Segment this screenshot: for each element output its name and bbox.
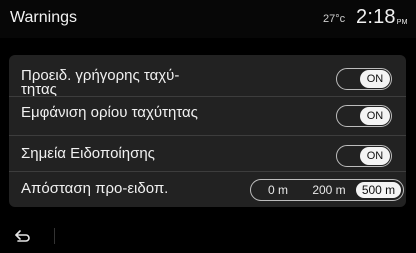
setting-label: Εμφάνιση ορίου ταχύτητας	[21, 104, 198, 121]
toggle-state: ON	[360, 107, 390, 125]
distance-option-0m[interactable]: 0 m	[263, 182, 293, 198]
top-bar: Warnings 27°c 2:18PM	[0, 0, 416, 38]
toggle-state: ON	[360, 147, 390, 165]
warning-distance-selector[interactable]: 0 m 200 m 500 m	[250, 179, 404, 201]
setting-label: Προειδ. γρήγορης ταχύ- τητας	[21, 67, 180, 98]
speed-warning-toggle[interactable]: ON	[336, 68, 392, 90]
distance-option-500m[interactable]: 500 m	[356, 182, 401, 198]
clock-ampm: PM	[396, 19, 408, 26]
setting-label: Απόσταση προ-ειδοπ.	[21, 180, 169, 197]
temperature-readout: 27°c	[323, 13, 346, 25]
setting-row-speed-limit-display[interactable]: Εμφάνιση ορίου ταχύτητας ON	[9, 97, 406, 133]
clock: 2:18PM	[356, 6, 408, 29]
toggle-state: ON	[360, 70, 390, 88]
footer-divider	[54, 228, 55, 244]
clock-time: 2:18	[356, 6, 396, 28]
setting-row-speed-warning[interactable]: Προειδ. γρήγορης ταχύ- τητας ON	[9, 61, 406, 97]
setting-row-alert-points[interactable]: Σημεία Ειδοποίησης ON	[9, 136, 406, 172]
page-title: Warnings	[10, 9, 77, 26]
speed-limit-display-toggle[interactable]: ON	[336, 105, 392, 127]
alert-points-toggle[interactable]: ON	[336, 145, 392, 167]
back-arrow-icon[interactable]	[14, 229, 32, 243]
distance-option-200m[interactable]: 200 m	[307, 182, 351, 198]
setting-label: Σημεία Ειδοποίησης	[21, 145, 155, 162]
setting-row-warning-distance[interactable]: Απόσταση προ-ειδοπ. 0 m 200 m 500 m	[9, 172, 406, 208]
